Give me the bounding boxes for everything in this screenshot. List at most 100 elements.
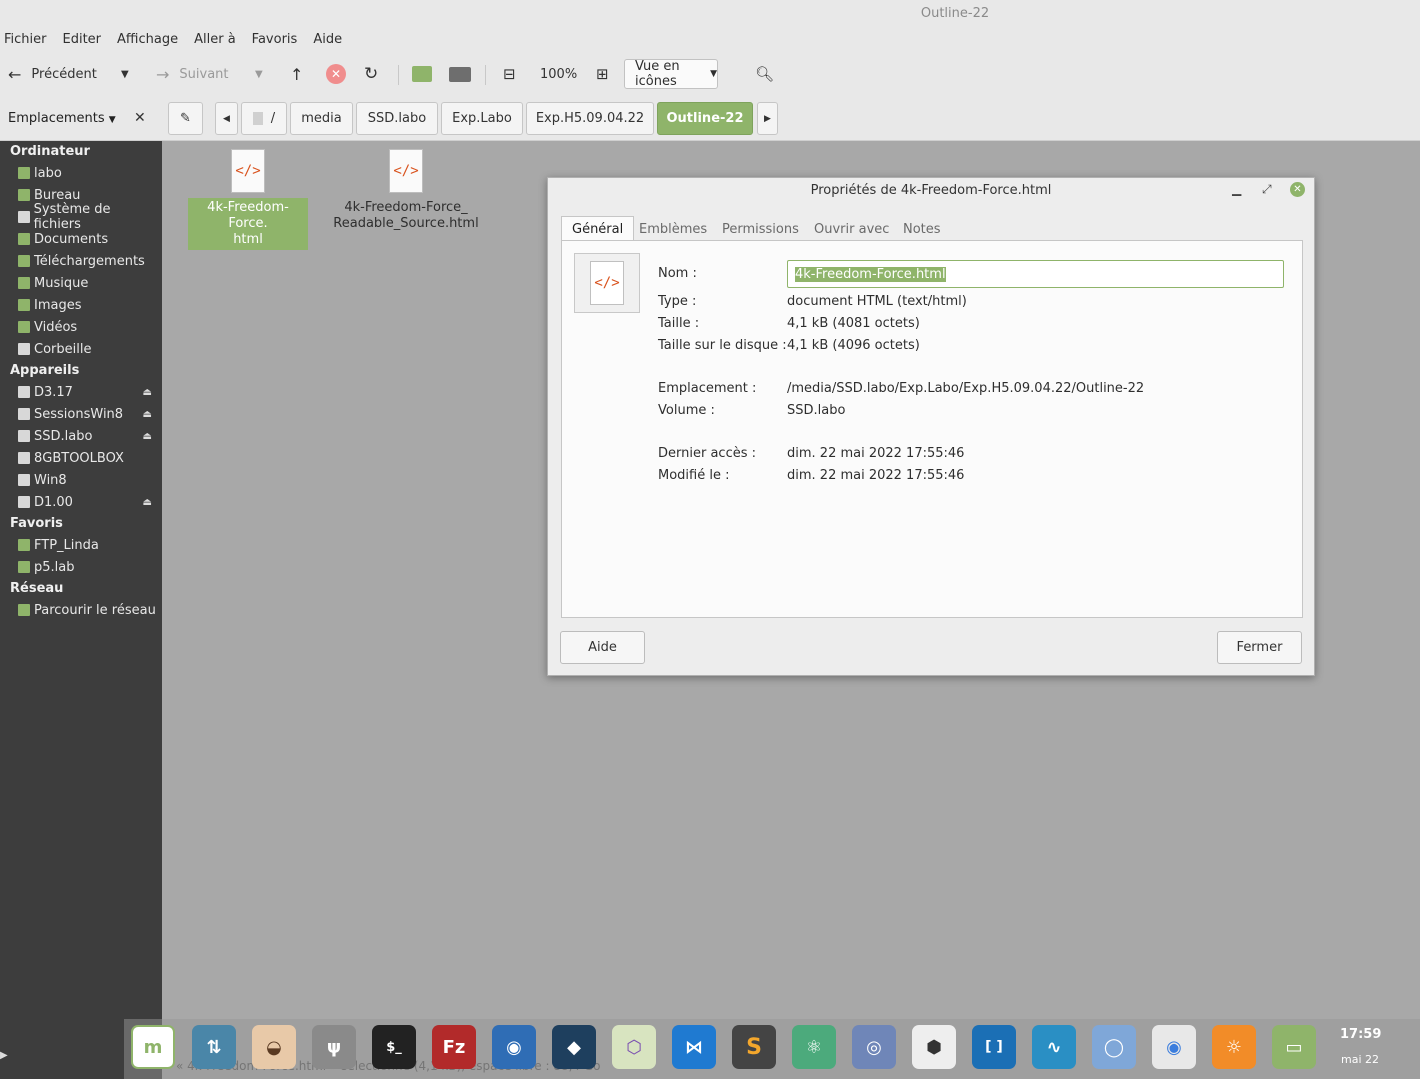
clock-time[interactable]: 17:59	[1340, 1027, 1381, 1042]
zoom-in-button[interactable]: ⊞	[596, 61, 609, 87]
breadcrumb-root[interactable]: /	[241, 102, 287, 135]
tab-ouvrir-avec[interactable]: Ouvrir avec	[814, 216, 889, 242]
name-label: Nom :	[658, 266, 697, 281]
sidebar-item-p5-lab[interactable]: p5.lab	[18, 557, 158, 577]
sidebar-item-label: FTP_Linda	[34, 537, 99, 553]
menu-editer[interactable]: Editer	[59, 32, 110, 47]
sidebar-item-corbeille[interactable]: Corbeille	[18, 339, 158, 359]
breadcrumb-media[interactable]: media	[290, 102, 353, 135]
search-button[interactable]: 🔍︎	[755, 61, 774, 87]
html-file-icon[interactable]: </>	[389, 149, 423, 193]
dialog-close-button[interactable]: ✕	[1290, 182, 1305, 197]
gimp-icon[interactable]: ◉	[492, 1025, 536, 1069]
reload-button[interactable]: ↻	[364, 61, 378, 87]
system-monitor-icon[interactable]: ∿	[1032, 1025, 1076, 1069]
sidebar-item-filesystem[interactable]: Système de fichiers	[18, 202, 158, 232]
zoom-out-button[interactable]: ⊟	[503, 61, 516, 87]
name-field[interactable]: 4k-Freedom-Force.html	[787, 260, 1284, 288]
sidebar-item-documents[interactable]: Documents	[18, 229, 158, 249]
eject-icon[interactable]: ⏏	[143, 431, 152, 442]
forward-history-dropdown[interactable]: ▼	[255, 61, 263, 87]
sidebar-item-8gbtoolbox[interactable]: 8GBTOOLBOX	[18, 448, 158, 468]
clock-date[interactable]: mai 22	[1340, 1053, 1380, 1066]
atom-icon[interactable]: ⚛	[792, 1025, 836, 1069]
html-file-icon[interactable]: </>	[231, 149, 265, 193]
breadcrumb-ssd-labo[interactable]: SSD.labo	[356, 102, 438, 135]
menu-aller-a[interactable]: Aller à	[190, 32, 244, 47]
zoom-level[interactable]: 100%	[540, 61, 577, 87]
menu-affichage[interactable]: Affichage	[113, 32, 186, 47]
sublime-text-icon[interactable]: S	[732, 1025, 776, 1069]
forward-button[interactable]: → Suivant	[156, 61, 229, 87]
chrome-icon[interactable]: ◉	[1152, 1025, 1196, 1069]
tab-notes[interactable]: Notes	[903, 216, 941, 242]
close-sidebar-button[interactable]: ✕	[134, 110, 146, 126]
breadcrumb-exp-h5[interactable]: Exp.H5.09.04.22	[526, 102, 654, 135]
drive-icon	[252, 112, 263, 125]
terminal-icon[interactable]: $_	[372, 1025, 416, 1069]
unity-icon[interactable]: ⬢	[912, 1025, 956, 1069]
computer-button[interactable]	[449, 61, 471, 87]
help-button[interactable]: Aide	[560, 631, 645, 664]
search-icon: 🔍︎	[755, 65, 775, 83]
tab-general[interactable]: Général	[561, 216, 635, 242]
shell-app-icon[interactable]: ◒	[252, 1025, 296, 1069]
pencil-icon: ✎	[180, 111, 191, 126]
desktop-folder-icon	[18, 189, 30, 201]
minimize-button[interactable]: ▁	[1232, 182, 1241, 196]
netbeans-icon[interactable]: ⬡	[612, 1025, 656, 1069]
update-manager-icon[interactable]: ⇅	[192, 1025, 236, 1069]
sidebar-item-d1-00[interactable]: D1.00 ⏏	[18, 492, 158, 512]
menu-favoris[interactable]: Favoris	[248, 32, 306, 47]
vscode-icon[interactable]: ⋈	[672, 1025, 716, 1069]
close-button[interactable]: Fermer	[1217, 631, 1302, 664]
menu-fichier[interactable]: Fichier	[0, 32, 55, 47]
toggle-location-entry-button[interactable]: ✎	[168, 102, 203, 135]
sidebar-item-musique[interactable]: Musique	[18, 273, 158, 293]
files-folder-icon[interactable]: ▭	[1272, 1025, 1316, 1069]
tab-emblemes[interactable]: Emblèmes	[639, 216, 707, 242]
filezilla-icon[interactable]: Fz	[432, 1025, 476, 1069]
tab-permissions[interactable]: Permissions	[722, 216, 799, 242]
breadcrumb-scroll-left[interactable]: ◀	[215, 102, 238, 135]
back-history-dropdown[interactable]: ▼	[121, 61, 129, 87]
firefox-icon[interactable]: ☼	[1212, 1025, 1256, 1069]
file-item-label[interactable]: 4k-Freedom-Force_ Readable_Source.html	[332, 200, 480, 232]
mongodb-icon[interactable]: ◆	[552, 1025, 596, 1069]
stop-button[interactable]: ✕	[326, 61, 346, 87]
usb-icon[interactable]: ψ	[312, 1025, 356, 1069]
breadcrumb-exp-labo[interactable]: Exp.Labo	[441, 102, 523, 135]
maximize-button[interactable]: ⤢	[1262, 182, 1272, 197]
sidebar-item-parcourir-reseau[interactable]: Parcourir le réseau	[18, 600, 158, 620]
sidebar-item-ssd-labo[interactable]: SSD.labo ⏏	[18, 426, 158, 446]
breadcrumb-scroll-right[interactable]: ▶	[757, 102, 778, 135]
sidebar-item-win8[interactable]: Win8	[18, 470, 158, 490]
sidebar-item-images[interactable]: Images	[18, 295, 158, 315]
back-button[interactable]: ← Précédent	[8, 61, 97, 87]
menu-aide[interactable]: Aide	[309, 32, 350, 47]
home-button[interactable]	[412, 61, 432, 87]
eject-icon[interactable]: ⏏	[143, 409, 152, 420]
eclipse-icon[interactable]: ◎	[852, 1025, 896, 1069]
eject-icon[interactable]: ⏏	[143, 497, 152, 508]
sidebar-item-videos[interactable]: Vidéos	[18, 317, 158, 337]
panel-arrow-icon[interactable]: ▶	[0, 1050, 12, 1074]
documents-folder-icon	[18, 233, 30, 245]
sidebar-item-d3-17[interactable]: D3.17 ⏏	[18, 382, 158, 402]
breadcrumb-outline-22[interactable]: Outline-22	[657, 102, 753, 135]
sidebar-places-dropdown[interactable]: Emplacements ▼	[8, 111, 116, 126]
sidebar-item-telechargements[interactable]: Téléchargements	[18, 251, 158, 271]
file-item-label-selected[interactable]: 4k-Freedom-Force. html	[188, 198, 308, 250]
up-button[interactable]: ↑	[290, 61, 303, 87]
eject-icon[interactable]: ⏏	[143, 387, 152, 398]
sidebar-item-sessionswin8[interactable]: SessionsWin8 ⏏	[18, 404, 158, 424]
view-mode-select[interactable]: Vue en icônes ▼	[624, 59, 718, 89]
sidebar-item-labo[interactable]: labo	[18, 163, 158, 183]
sidebar-item-label: Système de fichiers	[33, 202, 111, 232]
file-icon-button[interactable]: </>	[574, 253, 640, 313]
brackets-icon[interactable]: [ ]	[972, 1025, 1016, 1069]
mint-menu-icon[interactable]: m	[131, 1025, 175, 1069]
sidebar-item-ftp-linda[interactable]: FTP_Linda	[18, 535, 158, 555]
chromium-icon[interactable]: ◯	[1092, 1025, 1136, 1069]
toolbar-separator	[485, 65, 486, 85]
